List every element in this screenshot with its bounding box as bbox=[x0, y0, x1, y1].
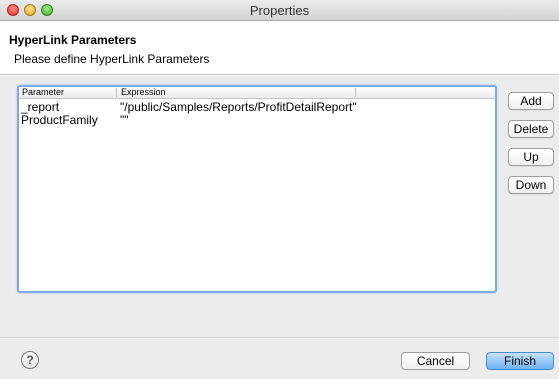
header-divider bbox=[0, 75, 559, 76]
finish-button[interactable]: Finish bbox=[486, 352, 554, 370]
up-button[interactable]: Up bbox=[508, 148, 554, 166]
page-title: HyperLink Parameters bbox=[9, 33, 137, 47]
down-button[interactable]: Down bbox=[508, 176, 554, 194]
cancel-button[interactable]: Cancel bbox=[401, 352, 470, 370]
column-divider[interactable] bbox=[116, 88, 117, 97]
dialog-header: HyperLink Parameters Please define Hyper… bbox=[0, 21, 559, 75]
table-header: Parameter Expression bbox=[19, 87, 495, 99]
expression-cell[interactable]: "/public/Samples/Reports/ProfitDetailRep… bbox=[120, 101, 357, 114]
parameter-cell[interactable]: ProductFamily bbox=[21, 114, 98, 127]
delete-button[interactable]: Delete bbox=[508, 120, 554, 138]
parameters-table[interactable]: Parameter Expression _report "/public/Sa… bbox=[17, 85, 497, 293]
column-header-expression[interactable]: Expression bbox=[121, 87, 355, 98]
table-row[interactable]: ProductFamily "" bbox=[19, 114, 495, 127]
footer-divider bbox=[0, 337, 559, 338]
window-title: Properties bbox=[249, 3, 310, 18]
column-header-parameter[interactable]: Parameter bbox=[22, 87, 116, 98]
window-titlebar: Properties bbox=[0, 0, 559, 21]
expression-cell[interactable]: "" bbox=[120, 114, 129, 127]
help-icon[interactable]: ? bbox=[21, 351, 39, 369]
page-description: Please define HyperLink Parameters bbox=[14, 52, 210, 66]
column-divider[interactable] bbox=[355, 88, 356, 97]
add-button[interactable]: Add bbox=[508, 92, 554, 110]
